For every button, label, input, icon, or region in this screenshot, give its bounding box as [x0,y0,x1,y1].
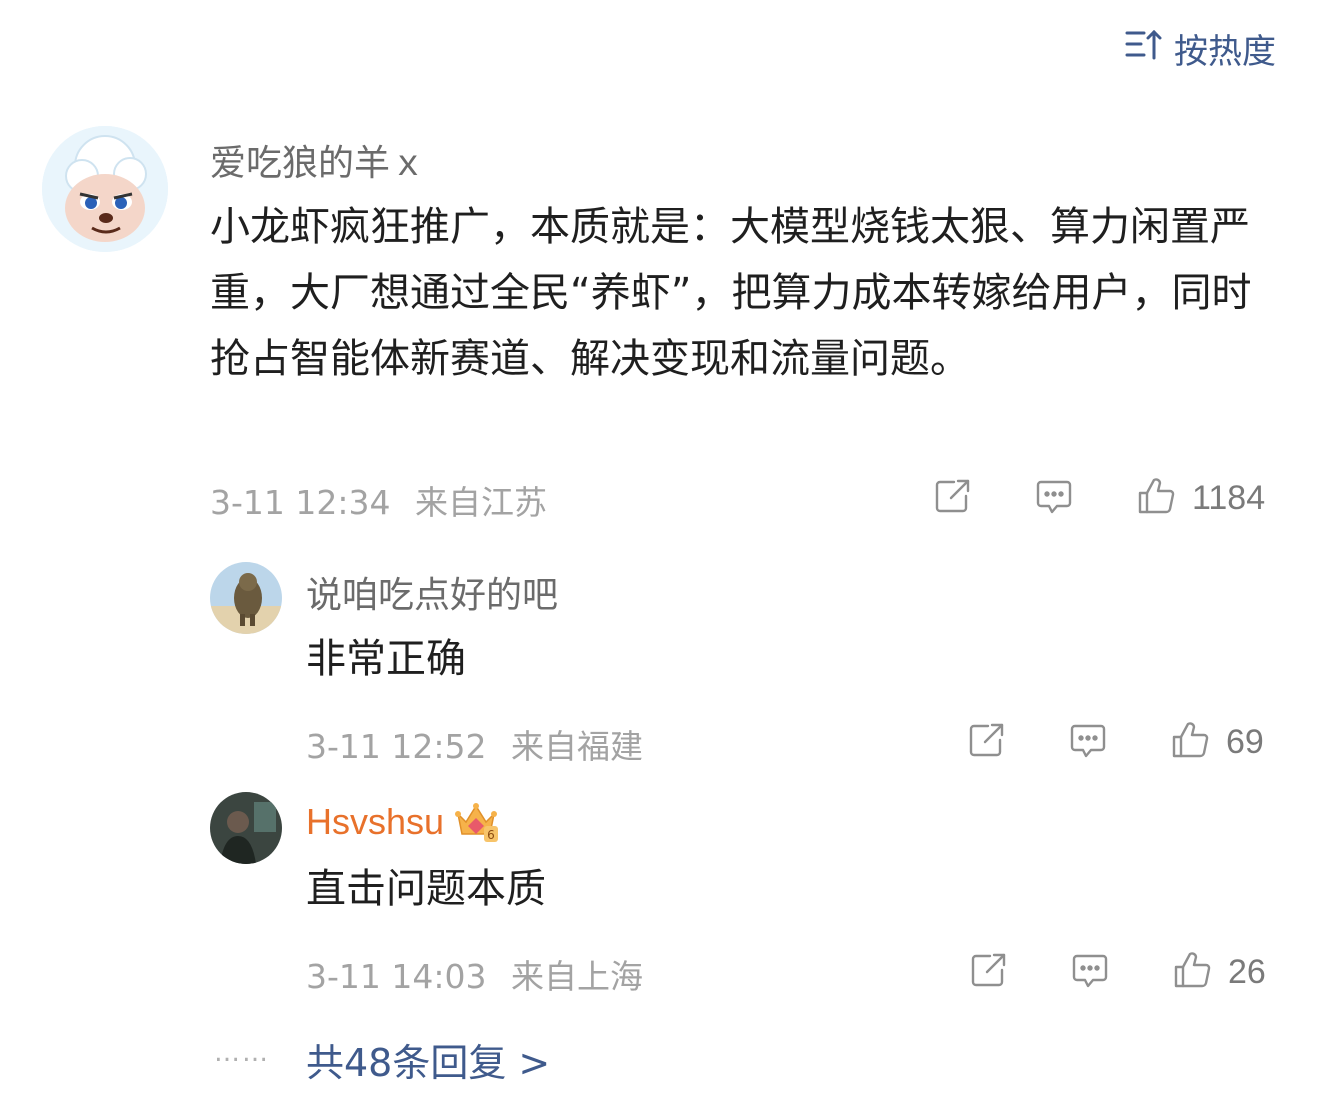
like-count: 1184 [1192,478,1266,517]
avatar[interactable] [210,792,282,864]
share-button[interactable] [930,474,974,522]
reply-location: 来自福建 [511,727,643,766]
reply-time: 3-11 12:52 [306,727,487,766]
more-replies-link[interactable]: 共48条回复 > [306,1032,550,1087]
reply-meta: 3-11 14:03 来自上海 [306,950,643,998]
share-button[interactable] [964,718,1008,766]
reply-button[interactable] [1032,474,1076,522]
reply-username[interactable]: 说咱吃点好的吧 [306,566,558,618]
reply-text: 直击问题本质 [306,866,546,912]
reply-actions: 69 [964,718,1264,766]
comment-location: 来自江苏 [415,483,547,522]
sort-icon [1124,24,1164,73]
reply-location: 来自上海 [511,957,643,996]
share-icon [966,948,1010,996]
reply-button[interactable] [1066,718,1110,766]
sort-by-hot-button[interactable]: 按热度 [1124,24,1276,73]
reply-username[interactable]: Hsvshsu [306,801,444,843]
thumbs-up-icon [1170,948,1214,996]
avatar[interactable] [42,126,168,252]
comment-bubble-icon [1032,474,1076,522]
crown-vip-6-icon: 6 [452,796,500,848]
reply-username-row: Hsvshsu 6 [306,796,500,848]
svg-text:6: 6 [487,828,495,842]
comment-actions: 1184 [930,474,1265,522]
comment-username[interactable]: 爱吃狼的羊ｘ [210,134,426,186]
share-icon [964,718,1008,766]
like-button[interactable]: 69 [1168,718,1264,766]
more-dots: …… [214,1038,270,1068]
comment-time: 3-11 12:34 [210,483,391,522]
share-icon [930,474,974,522]
like-count: 26 [1228,952,1266,991]
sort-label: 按热度 [1174,32,1276,72]
reply-text: 非常正确 [306,636,466,682]
comment-bubble-icon [1068,948,1112,996]
thumbs-up-icon [1134,474,1178,522]
share-button[interactable] [966,948,1010,996]
thumbs-up-icon [1168,718,1212,766]
comment-meta: 3-11 12:34 来自江苏 [210,476,547,524]
like-count: 69 [1226,722,1264,761]
like-button[interactable]: 1184 [1134,474,1265,522]
comment-text: 小龙虾疯狂推广，本质就是：大模型烧钱太狠、算力闲置严重，大厂想通过全民“养虾”，… [210,204,1252,382]
reply-time: 3-11 14:03 [306,957,487,996]
reply-button[interactable] [1068,948,1112,996]
avatar[interactable] [210,562,282,634]
like-button[interactable]: 26 [1170,948,1266,996]
comment-bubble-icon [1066,718,1110,766]
reply-actions: 26 [966,948,1266,996]
reply-meta: 3-11 12:52 来自福建 [306,720,643,768]
